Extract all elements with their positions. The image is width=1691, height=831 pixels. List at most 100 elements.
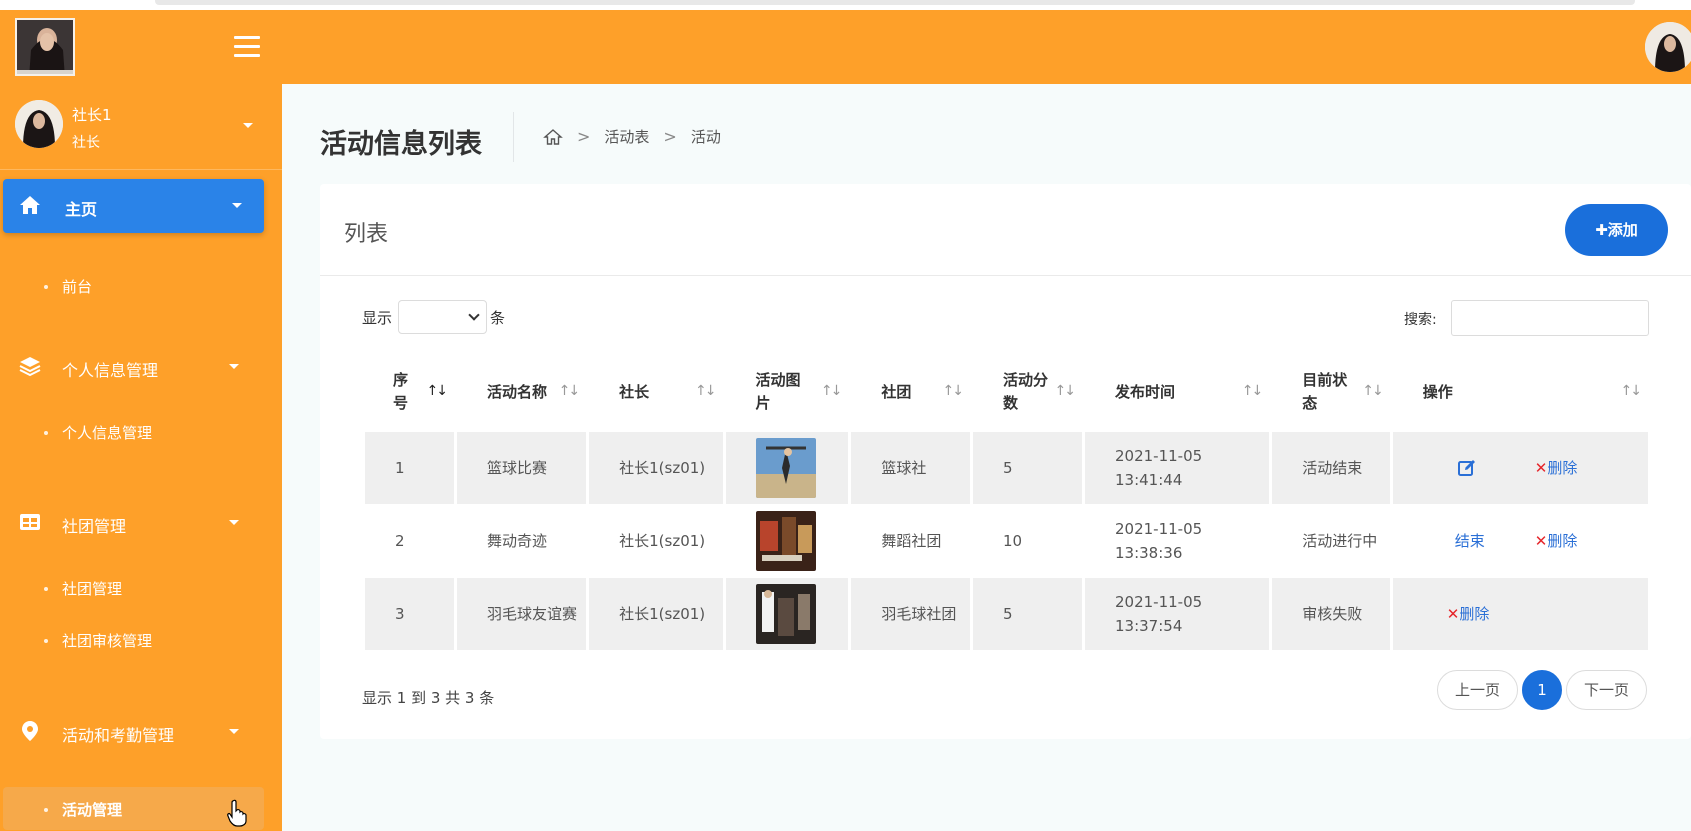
plus-icon: ✚: [1595, 221, 1608, 239]
search-label: 搜索:: [1404, 312, 1437, 328]
cell-leader: 社长1(sz01): [589, 432, 723, 504]
sidebar-item-club-management[interactable]: 社团管理: [0, 502, 282, 542]
cell-actions: ✕删除: [1392, 578, 1648, 650]
cell-image: [725, 432, 849, 504]
table-row: 3 羽毛球友谊赛 社长1(sz01) 羽毛球社团 5 2021-11-05 13…: [365, 578, 1648, 650]
activity-image[interactable]: [755, 511, 816, 571]
avatar: [15, 100, 63, 148]
chevron-down-icon[interactable]: [243, 123, 253, 128]
column-header-label: 活动图片: [755, 371, 801, 412]
sort-icon: ↑↓: [1054, 383, 1077, 399]
column-header-club[interactable]: 社团 ↑↓: [851, 352, 970, 432]
page-size-select[interactable]: [398, 300, 487, 334]
search-input[interactable]: [1451, 300, 1649, 336]
add-button-label: 添加: [1607, 221, 1638, 239]
card-title: 列表: [344, 222, 389, 247]
top-header: [0, 10, 1691, 84]
sidebar: 社长1 社长 主页 前台 个人信息管理 个人信息管理 社团管理 社团管理 社团审…: [0, 84, 282, 831]
chevron-down-icon: [232, 203, 242, 208]
cell-club: 篮球社: [851, 432, 970, 504]
end-button[interactable]: 结束: [1455, 529, 1485, 553]
cell-name: 舞动奇迹: [456, 505, 587, 577]
page-button-current[interactable]: 1: [1522, 670, 1562, 710]
sidebar-item-activity-attendance[interactable]: 活动和考勤管理: [0, 711, 282, 751]
sidebar-subitem-label: 社团管理: [62, 580, 123, 598]
column-header-leader[interactable]: 社长 ↑↓: [589, 352, 722, 432]
column-header-label: 序号: [393, 371, 409, 412]
hamburger-menu-icon[interactable]: [234, 36, 260, 58]
delete-label: 删除: [1459, 605, 1490, 623]
map-pin-icon: [22, 721, 38, 741]
column-header-name[interactable]: 活动名称 ↑↓: [457, 352, 586, 432]
delete-button[interactable]: ✕删除: [1535, 529, 1578, 553]
sidebar-subitem-club-review[interactable]: 社团审核管理: [0, 622, 282, 658]
column-header-label: 活动分数: [1002, 371, 1048, 412]
home-icon[interactable]: [543, 127, 563, 147]
sidebar-subitem-label: 前台: [62, 278, 93, 296]
edit-icon[interactable]: [1457, 458, 1477, 478]
sidebar-item-label: 社团管理: [62, 517, 127, 536]
column-header-label: 操作: [1422, 382, 1453, 401]
breadcrumb-separator: >: [663, 127, 677, 146]
column-header-time[interactable]: 发布时间 ↑↓: [1085, 352, 1269, 432]
activity-image[interactable]: [755, 438, 816, 498]
cell-actions: 结束 ✕删除: [1392, 505, 1648, 577]
sidebar-item-home[interactable]: 主页: [3, 179, 264, 233]
sort-icon: ↑↓: [558, 383, 581, 399]
title-divider: [513, 112, 514, 162]
sort-icon: ↑↓: [1362, 383, 1384, 399]
cell-club: 舞蹈社团: [851, 505, 970, 577]
list-card: 列表 ✚添加 显示 条 搜索: 序号 ↑↓ 活动名称 ↑↓ 社长 ↑↓ 活动图片 ↑↓ …: [320, 184, 1691, 739]
next-page-button[interactable]: 下一页: [1566, 670, 1647, 710]
delete-button[interactable]: ✕删除: [1447, 602, 1490, 626]
pagination: 上一页 1 下一页: [1437, 670, 1647, 710]
sidebar-subitem-club-management[interactable]: 社团管理: [0, 570, 282, 606]
page-size-unit: 条: [490, 309, 506, 327]
sidebar-subitem-frontend[interactable]: 前台: [0, 268, 282, 304]
sort-icon: ↑↓: [1241, 383, 1264, 399]
breadcrumb-item[interactable]: 活动表: [604, 126, 649, 147]
user-name: 社长1: [72, 106, 112, 124]
sidebar-item-personal-info[interactable]: 个人信息管理: [0, 346, 282, 386]
column-header-label: 社长: [619, 382, 650, 401]
breadcrumb-separator: >: [577, 127, 591, 146]
column-header-status[interactable]: 目前状态 ↑↓: [1272, 352, 1390, 432]
cell-id: 1: [365, 432, 454, 504]
cell-time: 2021-11-05 13:37:54: [1085, 578, 1270, 650]
table-row: 2 舞动奇迹 社长1(sz01) 舞蹈社团 10 2021-11-05 13:3…: [365, 505, 1648, 577]
sort-icon: ↑↓: [820, 383, 843, 399]
cell-status: 审核失败: [1272, 578, 1390, 650]
bullet-icon: [44, 639, 48, 643]
column-header-actions[interactable]: 操作 ↑↓: [1393, 352, 1648, 432]
card-header: 列表 ✚添加: [320, 184, 1691, 276]
user-panel[interactable]: 社长1 社长: [0, 84, 282, 170]
sidebar-subitem-label: 社团审核管理: [62, 632, 153, 650]
delete-button[interactable]: ✕删除: [1535, 456, 1578, 480]
column-header-score[interactable]: 活动分数 ↑↓: [973, 352, 1082, 432]
cell-image: [725, 505, 849, 577]
close-icon: ✕: [1446, 605, 1460, 623]
sidebar-subitem-personal-info[interactable]: 个人信息管理: [0, 414, 282, 450]
page-title: 活动信息列表: [320, 129, 482, 160]
address-bar-edge: [155, 0, 1635, 5]
sidebar-subitem-label: 个人信息管理: [62, 424, 153, 442]
column-header-id[interactable]: 序号 ↑↓: [365, 352, 454, 432]
activity-image[interactable]: [755, 584, 816, 644]
user-role: 社长: [72, 135, 100, 151]
cell-club: 羽毛球社团: [851, 578, 970, 650]
cell-score: 5: [972, 578, 1082, 650]
column-header-label: 发布时间: [1115, 382, 1176, 401]
chevron-down-icon: [468, 309, 480, 321]
delete-label: 删除: [1547, 532, 1578, 550]
prev-page-button[interactable]: 上一页: [1437, 670, 1518, 710]
column-header-label: 目前状态: [1302, 371, 1348, 412]
cell-name: 篮球比赛: [456, 432, 587, 504]
column-header-image[interactable]: 活动图片 ↑↓: [726, 352, 849, 432]
cell-status: 活动进行中: [1272, 505, 1390, 577]
add-button[interactable]: ✚添加: [1565, 204, 1668, 256]
cell-status: 活动结束: [1272, 432, 1390, 504]
header-avatar[interactable]: [1645, 22, 1691, 72]
sort-icon: ↑↓: [942, 383, 964, 399]
sort-asc-icon: ↑↓: [426, 383, 448, 399]
sidebar-subitem-activity-management[interactable]: 活动管理: [3, 787, 264, 830]
